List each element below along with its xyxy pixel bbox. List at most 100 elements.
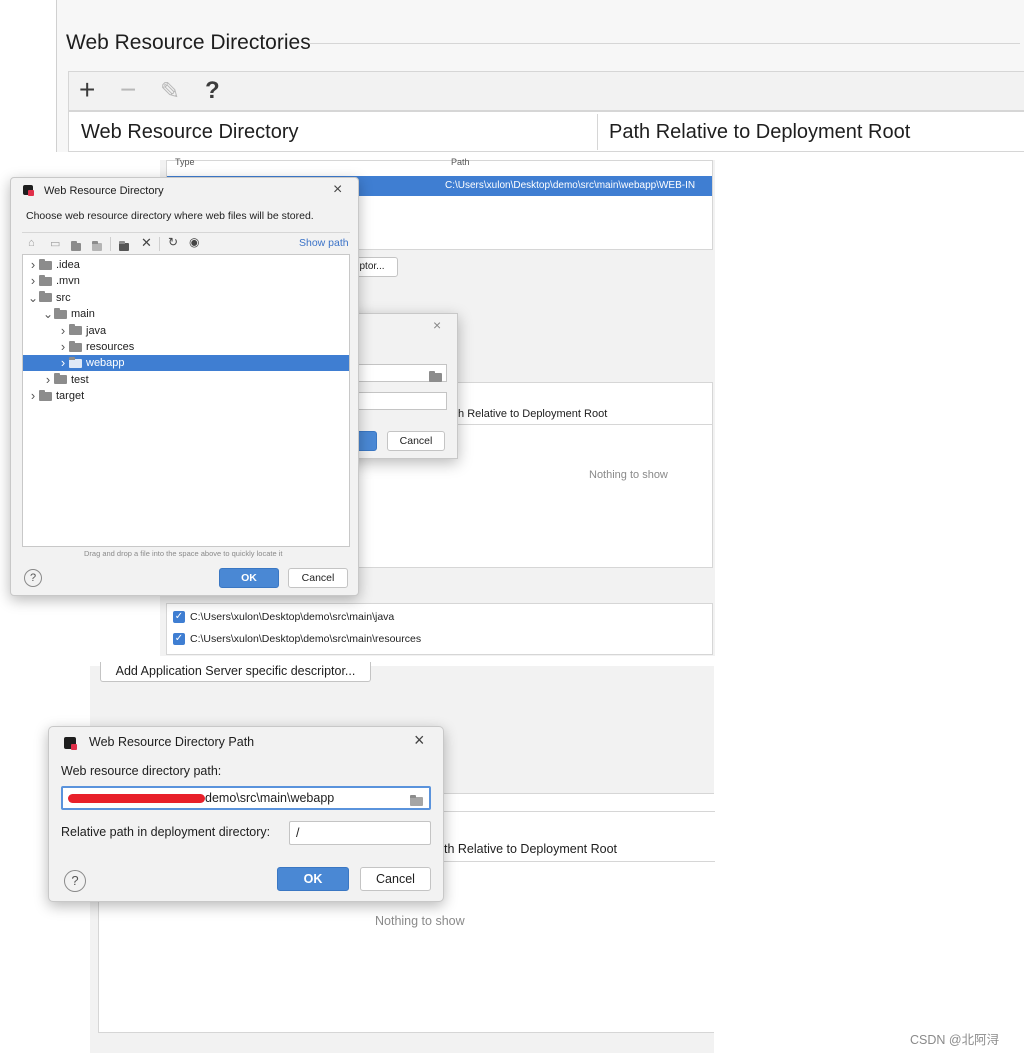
close-icon[interactable]: × <box>333 181 342 199</box>
column-header-directory[interactable]: Web Resource Directory <box>81 121 298 144</box>
relative-path-input[interactable]: / <box>289 821 431 845</box>
tree-node[interactable]: › .idea <box>23 257 349 273</box>
intellij-logo-icon <box>23 185 34 196</box>
chevron-right-icon[interactable]: › <box>57 323 69 339</box>
tree-node-label: webapp <box>86 357 125 370</box>
selected-path-cell: C:\Users\xulon\Desktop\demo\src\main\web… <box>445 180 696 191</box>
cancel-button[interactable]: Cancel <box>360 867 431 891</box>
column-separator <box>597 114 598 150</box>
table-header: Web Resource Directory Path Relative to … <box>68 111 1024 152</box>
checkbox-checked-icon[interactable]: ✓ <box>173 611 185 624</box>
show-hidden-icon[interactable]: ◉ <box>189 235 199 249</box>
folder-icon <box>69 340 82 352</box>
folder-icon <box>69 356 82 368</box>
source-root-path: C:\Users\xulon\Desktop\demo\src\main\res… <box>190 633 422 645</box>
tree-node-label: resources <box>86 341 135 353</box>
empty-state-text: Nothing to show <box>589 469 668 481</box>
chooser-toolbar: ⌂ ▭ ✕ ↻ ◉ Show path <box>22 232 350 254</box>
desktop-icon[interactable]: ▭ <box>50 237 60 250</box>
column-header-partial: th Relative to Deployment Root <box>444 842 618 856</box>
delete-icon[interactable]: ✕ <box>141 235 152 251</box>
remove-icon[interactable]: − <box>120 74 136 106</box>
chevron-right-icon[interactable]: › <box>27 388 39 404</box>
folder-icon <box>69 324 82 336</box>
chevron-down-icon[interactable]: ⌄ <box>42 306 54 322</box>
chevron-right-icon[interactable]: › <box>57 355 69 371</box>
column-header-type: Type <box>175 157 195 167</box>
dialog-description: Choose web resource directory where web … <box>26 210 314 222</box>
relative-path-label: Relative path in deployment directory: <box>61 825 271 839</box>
tree-node-label: target <box>56 390 85 403</box>
checkbox-checked-icon[interactable]: ✓ <box>173 633 185 646</box>
folder-icon <box>54 307 67 319</box>
top-panel: Web Resource Directories + − ✎ ? Web Res… <box>56 0 1024 152</box>
tree-node[interactable]: › resources <box>23 339 349 355</box>
cancel-button-label: Cancel <box>399 435 433 447</box>
add-descriptor-label: Add Application Server specific descript… <box>115 664 356 678</box>
relative-field-partial[interactable] <box>353 392 447 410</box>
show-path-link[interactable]: Show path <box>299 237 349 249</box>
toolbar: + − ✎ ? <box>68 71 1024 111</box>
source-root-path: C:\Users\xulon\Desktop\demo\src\main\jav… <box>190 611 395 623</box>
chevron-right-icon[interactable]: › <box>27 273 39 289</box>
tree-node[interactable]: › .mvn <box>23 273 349 289</box>
refresh-icon[interactable]: ↻ <box>168 235 178 249</box>
help-icon[interactable]: ? <box>64 870 86 892</box>
toolbar-separator <box>110 237 111 251</box>
cancel-button[interactable]: Cancel <box>288 568 348 588</box>
close-icon[interactable]: × <box>433 317 441 333</box>
column-header-path-small: Path <box>451 157 470 167</box>
home-icon[interactable]: ⌂ <box>28 237 35 249</box>
dialog-title: Web Resource Directory <box>44 185 164 197</box>
folder-icon <box>39 291 52 303</box>
edit-icon[interactable]: ✎ <box>160 77 180 106</box>
source-root-item[interactable]: ✓ C:\Users\xulon\Desktop\demo\src\main\ja… <box>173 611 395 624</box>
path-dialog: Web Resource Directory Path × Web resour… <box>48 726 444 902</box>
help-icon[interactable]: ? <box>24 569 42 587</box>
chevron-right-icon[interactable]: › <box>27 257 39 273</box>
section-title: Web Resource Directories <box>66 31 311 54</box>
folder-browse-icon[interactable] <box>429 369 446 387</box>
source-roots-list: ✓ C:\Users\xulon\Desktop\demo\src\main\ja… <box>166 603 713 655</box>
tree-node-label: src <box>56 291 71 304</box>
chevron-right-icon[interactable]: › <box>42 372 54 388</box>
column-header-path[interactable]: Path Relative to Deployment Root <box>609 121 910 144</box>
dialog-title: Web Resource Directory Path <box>89 735 255 749</box>
column-header-partial: th Relative to Deployment Root <box>455 408 608 420</box>
ok-button-label: OK <box>241 572 257 584</box>
folder-browse-icon[interactable] <box>410 793 427 811</box>
path-input[interactable]: demo\src\main\webapp <box>61 786 431 810</box>
add-descriptor-button[interactable]: Add Application Server specific descript… <box>100 662 371 682</box>
tree-node[interactable]: › test <box>23 372 349 388</box>
ok-button[interactable]: OK <box>277 867 349 891</box>
redaction-mark <box>68 794 205 803</box>
path-input-value: demo\src\main\webapp <box>205 791 335 805</box>
tree-node[interactable]: ⌄ main <box>23 306 349 322</box>
file-tree: › .idea › .mvn ⌄ src ⌄ main › java › resources › weba… <box>22 254 350 547</box>
source-root-item[interactable]: ✓ C:\Users\xulon\Desktop\demo\src\main\re… <box>173 633 422 646</box>
tree-node[interactable]: › webapp <box>23 355 349 372</box>
path-field-partial[interactable] <box>353 364 447 383</box>
empty-state-text: Nothing to show <box>375 914 465 928</box>
cancel-button[interactable]: Cancel <box>387 431 445 451</box>
add-icon[interactable]: + <box>79 74 95 106</box>
tree-node-label: .mvn <box>56 275 80 288</box>
tree-node[interactable]: ⌄ src <box>23 290 349 306</box>
tree-node[interactable]: › java <box>23 323 349 339</box>
close-icon[interactable]: × <box>414 730 425 751</box>
chevron-right-icon[interactable]: › <box>57 339 69 355</box>
intellij-logo-icon <box>64 737 77 750</box>
watermark: CSDN @北阿浔 <box>910 1033 1000 1047</box>
chevron-down-icon[interactable]: ⌄ <box>27 290 39 306</box>
cancel-button-label: Cancel <box>301 572 335 584</box>
folder-icon <box>39 389 52 401</box>
path-label: Web resource directory path: <box>61 764 222 778</box>
tree-node-label: java <box>86 324 107 337</box>
tree-node[interactable]: › target <box>23 388 349 404</box>
cancel-button-label: Cancel <box>376 872 415 886</box>
folder-icon <box>39 274 52 286</box>
ok-button[interactable]: OK <box>219 568 279 588</box>
toolbar-separator <box>159 237 160 251</box>
folder-icon <box>54 373 67 385</box>
help-icon[interactable]: ? <box>205 77 220 105</box>
